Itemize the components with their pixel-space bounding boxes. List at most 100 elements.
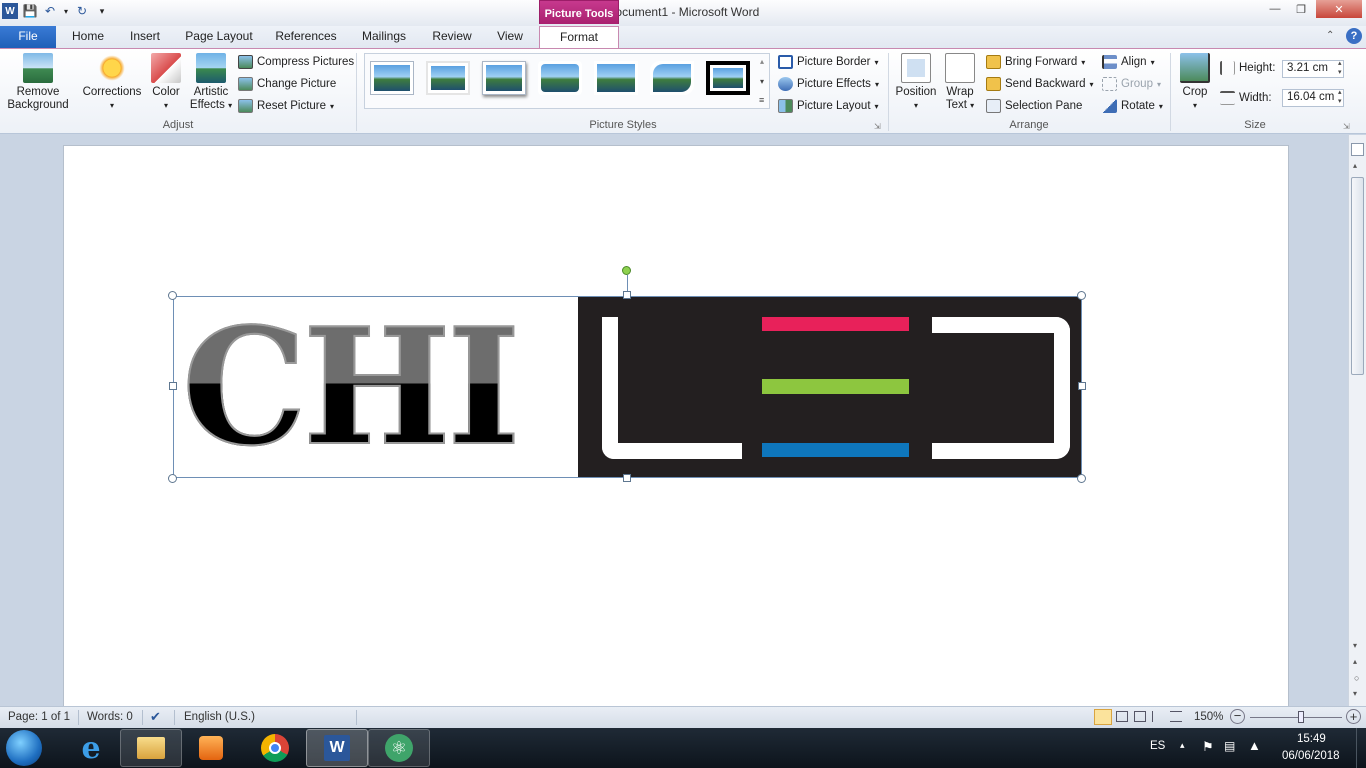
resize-handle-top-left[interactable] xyxy=(168,291,177,300)
redo-icon[interactable]: ↻ xyxy=(74,3,90,19)
show-desktop-button[interactable] xyxy=(1356,728,1366,768)
taskbar-internet-explorer[interactable]: e xyxy=(60,729,122,767)
picture-style-2[interactable] xyxy=(426,61,470,95)
resize-handle-bottom[interactable] xyxy=(623,474,631,482)
reset-picture-button[interactable]: Reset Picture ▾ xyxy=(238,99,334,113)
minimize-ribbon-icon[interactable]: ⌃ xyxy=(1326,30,1334,41)
position-button[interactable]: Position ▾ xyxy=(894,53,938,112)
clock-date[interactable]: 06/06/2018 xyxy=(1282,750,1340,762)
taskbar-chrome[interactable] xyxy=(244,729,306,767)
rotate-handle[interactable] xyxy=(622,266,631,275)
gallery-scroll-down-icon[interactable]: ▾ xyxy=(760,77,764,86)
tab-mailings[interactable]: Mailings xyxy=(354,26,414,48)
vertical-scrollbar[interactable]: ▴ ▾ ▴ ○ ▾ xyxy=(1348,135,1366,706)
previous-page-icon[interactable]: ▴ xyxy=(1353,657,1357,666)
zoom-in-icon[interactable]: + xyxy=(1346,709,1361,724)
picture-style-1[interactable] xyxy=(370,61,414,95)
tab-references[interactable]: References xyxy=(268,26,344,48)
undo-icon[interactable]: ↶ xyxy=(42,3,58,19)
web-layout-icon[interactable] xyxy=(1134,711,1146,722)
selected-picture[interactable]: CHI xyxy=(173,296,1082,478)
zoom-slider-thumb[interactable] xyxy=(1298,711,1304,723)
undo-dropdown-icon[interactable]: ▾ xyxy=(62,3,70,19)
height-spinner-icon[interactable]: ▴ ▾ xyxy=(1338,59,1342,77)
tab-home[interactable]: Home xyxy=(64,26,112,48)
clock-time[interactable]: 15:49 xyxy=(1297,733,1326,745)
show-hidden-icons-icon[interactable]: ▴ xyxy=(1180,740,1185,751)
height-input[interactable]: 3.21 cm xyxy=(1282,60,1344,78)
action-center-flag-icon[interactable]: ⚑ xyxy=(1202,739,1214,755)
draft-view-icon[interactable] xyxy=(1170,711,1182,722)
tab-format[interactable]: Format xyxy=(539,26,619,49)
compress-pictures-button[interactable]: Compress Pictures xyxy=(238,55,354,69)
close-button[interactable]: ✕ xyxy=(1316,0,1362,18)
ruler-toggle-icon[interactable] xyxy=(1351,143,1364,156)
taskbar-media-player[interactable] xyxy=(180,729,242,767)
page-count[interactable]: Page: 1 of 1 xyxy=(8,711,70,723)
customize-qat-icon[interactable]: ▾ xyxy=(94,3,110,19)
picture-style-6[interactable] xyxy=(650,61,694,95)
tab-file[interactable]: File xyxy=(0,26,56,48)
zoom-slider[interactable] xyxy=(1250,717,1342,718)
scroll-down-icon[interactable]: ▾ xyxy=(1353,641,1357,650)
bring-forward-button[interactable]: Bring Forward ▾ xyxy=(986,55,1085,69)
picture-effects-button[interactable]: Picture Effects ▾ xyxy=(778,77,879,91)
zoom-out-icon[interactable]: − xyxy=(1230,709,1245,724)
minimize-button[interactable]: — xyxy=(1262,0,1288,18)
input-language[interactable]: ES xyxy=(1150,740,1165,752)
picture-style-3[interactable] xyxy=(482,61,526,95)
gallery-scroll-up-icon[interactable]: ▴ xyxy=(760,57,764,66)
size-dialog-launcher-icon[interactable]: ⇲ xyxy=(1343,122,1350,131)
send-backward-button[interactable]: Send Backward ▾ xyxy=(986,77,1094,91)
help-icon[interactable]: ? xyxy=(1346,28,1362,44)
gallery-more-icon[interactable]: ≡ xyxy=(759,95,764,105)
scrollbar-thumb[interactable] xyxy=(1351,177,1364,375)
taskbar-atom[interactable]: ⚛ xyxy=(368,729,430,767)
scroll-up-icon[interactable]: ▴ xyxy=(1353,161,1357,170)
crop-button[interactable]: Crop ▾ xyxy=(1176,53,1214,112)
tab-insert[interactable]: Insert xyxy=(122,26,168,48)
picture-layout-button[interactable]: Picture Layout ▾ xyxy=(778,99,879,113)
width-input[interactable]: 16.04 cm xyxy=(1282,89,1344,107)
print-layout-view-icon[interactable] xyxy=(1094,709,1112,725)
resize-handle-left[interactable] xyxy=(169,382,177,390)
tab-review[interactable]: Review xyxy=(424,26,480,48)
zoom-level[interactable]: 150% xyxy=(1194,711,1223,723)
remove-background-button[interactable]: Remove Background xyxy=(4,53,72,112)
group-button[interactable]: Group ▾ xyxy=(1102,77,1161,91)
picture-styles-dialog-launcher-icon[interactable]: ⇲ xyxy=(874,122,881,131)
network-icon[interactable]: ▤ xyxy=(1224,739,1235,753)
restore-button[interactable]: ❐ xyxy=(1288,0,1314,18)
resize-handle-bottom-right[interactable] xyxy=(1077,474,1086,483)
change-picture-button[interactable]: Change Picture xyxy=(238,77,336,91)
resize-handle-bottom-left[interactable] xyxy=(168,474,177,483)
word-count[interactable]: Words: 0 xyxy=(87,711,133,723)
width-spinner-icon[interactable]: ▴ ▾ xyxy=(1338,88,1342,106)
resize-handle-right[interactable] xyxy=(1078,382,1086,390)
full-screen-reading-icon[interactable] xyxy=(1116,711,1128,722)
color-button[interactable]: Color ▾ xyxy=(148,53,184,112)
picture-style-7[interactable] xyxy=(706,61,750,95)
taskbar-word[interactable]: W xyxy=(306,729,368,767)
tab-page-layout[interactable]: Page Layout xyxy=(180,26,258,48)
artistic-effects-button[interactable]: Artistic Effects ▾ xyxy=(188,53,234,112)
selection-pane-button[interactable]: Selection Pane xyxy=(986,99,1082,113)
picture-style-4[interactable] xyxy=(538,61,582,95)
outline-view-icon[interactable] xyxy=(1152,711,1164,722)
next-page-icon[interactable]: ▾ xyxy=(1353,689,1357,698)
resize-handle-top[interactable] xyxy=(623,291,631,299)
proofing-icon[interactable]: ✔ xyxy=(150,709,161,725)
volume-icon[interactable]: ▲ xyxy=(1248,738,1261,753)
save-icon[interactable]: 💾 xyxy=(22,3,38,19)
browse-object-icon[interactable]: ○ xyxy=(1354,673,1359,683)
corrections-button[interactable]: Corrections ▾ xyxy=(80,53,144,112)
picture-style-5[interactable] xyxy=(594,61,638,95)
picture-border-button[interactable]: Picture Border ▾ xyxy=(778,55,879,69)
word-icon[interactable]: W xyxy=(2,3,18,19)
align-button[interactable]: Align ▾ xyxy=(1102,55,1155,69)
resize-handle-top-right[interactable] xyxy=(1077,291,1086,300)
tab-view[interactable]: View xyxy=(488,26,532,48)
taskbar-file-explorer[interactable] xyxy=(120,729,182,767)
start-button[interactable] xyxy=(6,730,42,766)
language-indicator[interactable]: English (U.S.) xyxy=(184,711,255,723)
